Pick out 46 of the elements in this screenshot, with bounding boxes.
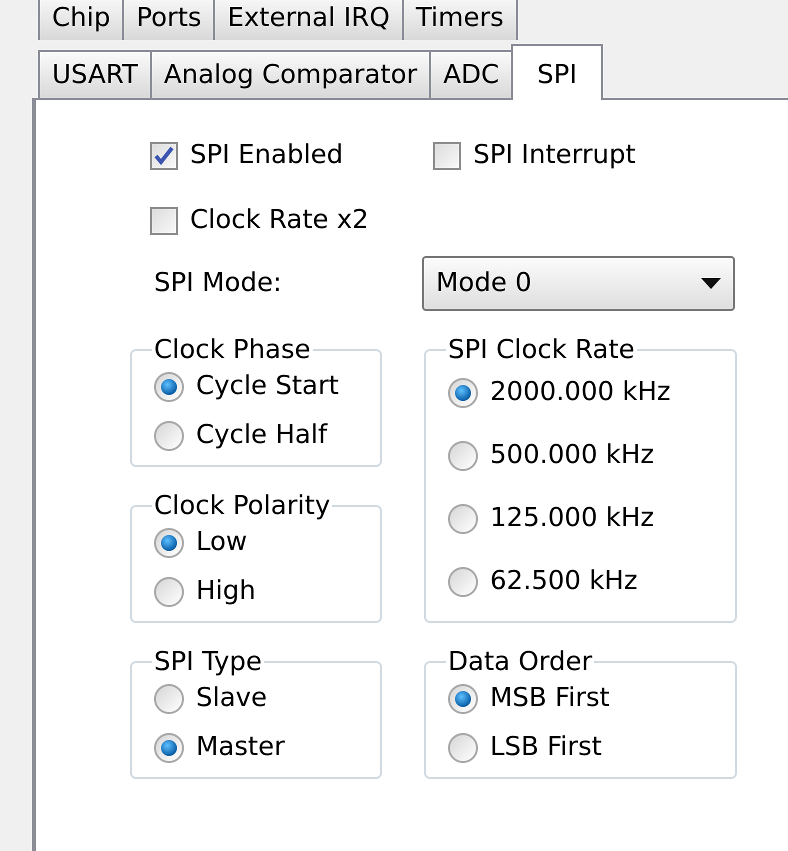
- radio-label: MSB First: [490, 682, 610, 715]
- tab[interactable]: External IRQ: [213, 0, 404, 40]
- tab[interactable]: SPI: [511, 44, 604, 100]
- group-title: SPI Type: [153, 646, 263, 679]
- checkbox[interactable]: Clock Rate x2: [150, 201, 788, 240]
- radio-option[interactable]: 125.000 kHz: [448, 499, 713, 538]
- dropdown-arrow-icon: [701, 278, 721, 290]
- radio-label: Master: [196, 731, 285, 764]
- radio-label: High: [196, 575, 256, 608]
- radio-label: 500.000 kHz: [490, 439, 654, 472]
- radio-label: Slave: [196, 682, 268, 715]
- radio-option[interactable]: 2000.000 kHz: [448, 373, 713, 412]
- tab[interactable]: USART: [38, 50, 152, 98]
- tab[interactable]: Ports: [122, 0, 216, 40]
- checkbox[interactable]: SPI Enabled: [150, 136, 344, 175]
- checkbox-label: Clock Rate x2: [190, 204, 369, 237]
- radio-label: 2000.000 kHz: [490, 376, 671, 409]
- radio-label: Low: [196, 526, 248, 559]
- radio-label: LSB First: [490, 731, 602, 764]
- checkbox[interactable]: SPI Interrupt: [433, 136, 636, 175]
- radio-option[interactable]: Cycle Half: [154, 416, 358, 455]
- radio-label: 62.500 kHz: [490, 565, 638, 598]
- radio-option[interactable]: 62.500 kHz: [448, 562, 713, 601]
- radio-option[interactable]: LSB First: [448, 728, 713, 767]
- tab[interactable]: ADC: [429, 50, 514, 98]
- radio-option[interactable]: High: [154, 572, 358, 611]
- mode-dropdown[interactable]: Mode 0: [422, 256, 735, 311]
- radio-label: Cycle Start: [196, 370, 339, 403]
- radio-option[interactable]: 500.000 kHz: [448, 436, 713, 475]
- group-title: Clock Polarity: [153, 490, 332, 523]
- radio-option[interactable]: Master: [154, 728, 358, 767]
- radio-option[interactable]: MSB First: [448, 679, 713, 718]
- radio-option[interactable]: Cycle Start: [154, 367, 358, 406]
- radio-option[interactable]: Slave: [154, 679, 358, 718]
- group-title: Data Order: [447, 646, 594, 679]
- mode-label: SPI Mode:: [153, 267, 283, 300]
- tab[interactable]: Timers: [402, 0, 518, 40]
- group-title: SPI Clock Rate: [447, 334, 636, 367]
- radio-option[interactable]: Low: [154, 523, 358, 562]
- group-title: Clock Phase: [153, 334, 312, 367]
- tab[interactable]: Chip: [38, 0, 124, 40]
- checkbox-label: SPI Enabled: [190, 139, 344, 172]
- radio-label: 125.000 kHz: [490, 502, 654, 535]
- tab[interactable]: Analog Comparator: [150, 50, 432, 98]
- checkbox-label: SPI Interrupt: [473, 139, 636, 172]
- radio-label: Cycle Half: [196, 419, 328, 452]
